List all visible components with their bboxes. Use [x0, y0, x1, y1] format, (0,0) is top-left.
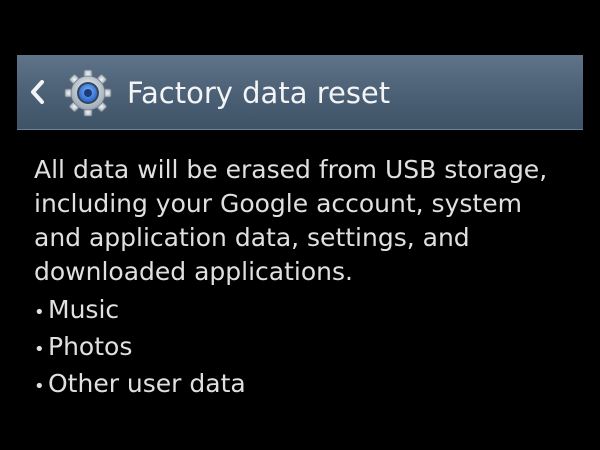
bullet-icon: • [34, 339, 45, 360]
list-item: • Music [34, 293, 574, 330]
main-content: All data will be erased from USB storage… [34, 153, 574, 404]
list-item: • Other user data [34, 367, 574, 404]
page-title: Factory data reset [127, 76, 391, 110]
list-item: • Photos [34, 330, 574, 367]
list-item-label: Other user data [48, 369, 246, 398]
back-button[interactable] [27, 77, 47, 107]
bullet-icon: • [34, 302, 45, 323]
list-item-label: Music [48, 295, 120, 324]
bullet-icon: • [34, 376, 45, 397]
chevron-left-icon [31, 80, 44, 104]
erased-data-list: • Music • Photos • Other user data [34, 293, 574, 404]
gear-icon [63, 68, 113, 118]
action-bar: Factory data reset [17, 55, 583, 130]
reset-description: All data will be erased from USB storage… [34, 155, 548, 286]
list-item-label: Photos [48, 332, 133, 361]
